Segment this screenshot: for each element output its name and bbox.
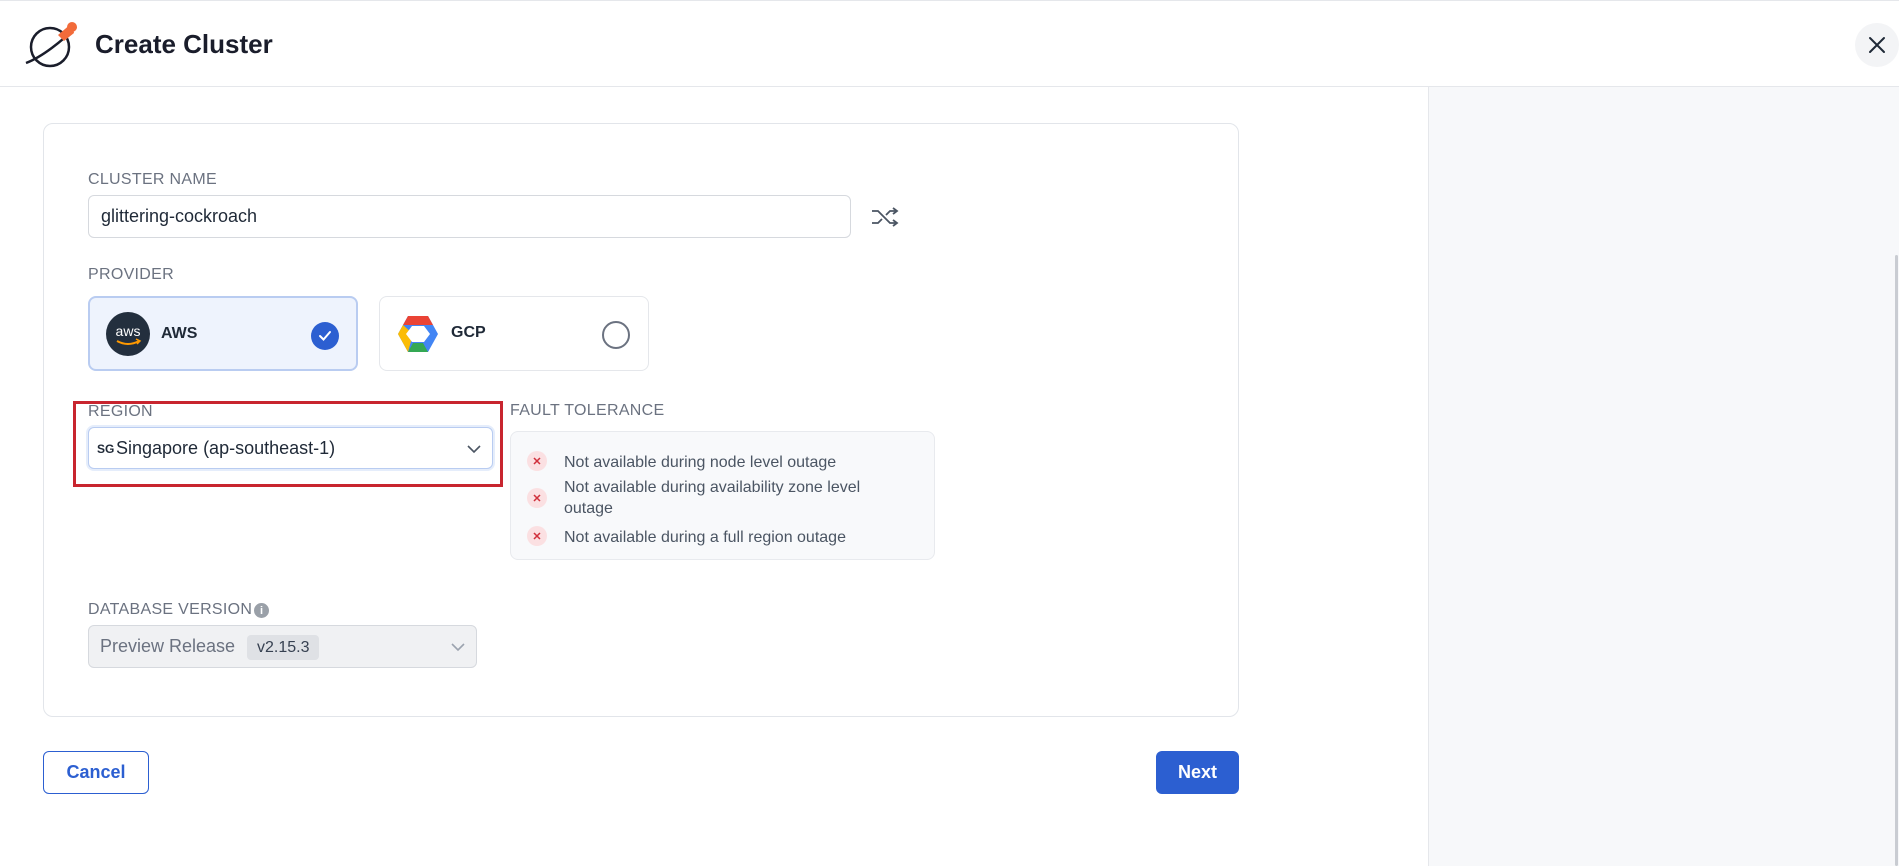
randomize-name-button[interactable] (868, 202, 902, 232)
fault-item-text: Not available during a full region outag… (564, 529, 846, 546)
provider-name-aws: AWS (161, 325, 198, 342)
cancel-button[interactable]: Cancel (43, 751, 149, 794)
database-version-select: Preview Release v2.15.3 (88, 625, 477, 668)
next-button[interactable]: Next (1156, 751, 1239, 794)
scrollbar[interactable] (1895, 255, 1898, 866)
provider-option-aws[interactable]: aws AWS (88, 296, 358, 371)
region-flag-code: SG (97, 442, 115, 456)
summary-panel (1428, 87, 1899, 866)
fault-item: ✕ Not available during availability zone… (527, 477, 887, 519)
fault-item-text: Not available during node level outage (564, 454, 837, 471)
x-circle-icon: ✕ (527, 526, 547, 546)
chevron-down-icon (451, 643, 465, 652)
x-circle-icon: ✕ (527, 488, 547, 508)
region-value: Singapore (ap-southeast-1) (116, 438, 336, 458)
close-button[interactable] (1855, 23, 1899, 67)
fault-item: ✕ Not available during a full region out… (527, 526, 846, 548)
fault-item-text: Not available during availability zone l… (564, 479, 861, 517)
close-icon (1869, 37, 1885, 53)
check-circle-icon (311, 322, 339, 350)
info-icon[interactable]: i (254, 603, 269, 618)
cluster-name-input[interactable] (88, 195, 851, 238)
database-version-value: Preview Release (100, 636, 236, 656)
region-label: REGION (88, 403, 153, 420)
page-title: Create Cluster (95, 29, 273, 59)
chevron-down-icon (467, 445, 481, 454)
fault-tolerance-box: ✕ Not available during node level outage… (510, 431, 935, 560)
aws-logo-text: aws (116, 323, 141, 339)
provider-label: PROVIDER (88, 266, 174, 283)
fault-item: ✕ Not available during node level outage (527, 451, 837, 473)
header: Create Cluster (0, 0, 1899, 87)
cluster-name-label: CLUSTER NAME (88, 171, 217, 188)
provider-option-gcp[interactable]: GCP (379, 296, 649, 371)
radio-unselected-icon (602, 321, 630, 349)
database-version-label: DATABASE VERSION (88, 601, 253, 618)
version-badge: v2.15.3 (247, 635, 320, 660)
region-select[interactable]: SG Singapore (ap-southeast-1) (88, 427, 493, 469)
shuffle-icon (872, 207, 899, 227)
gcp-logo (398, 316, 438, 352)
fault-tolerance-label: FAULT TOLERANCE (510, 402, 665, 419)
rocket-planet-icon (25, 22, 77, 68)
aws-logo: aws (106, 312, 150, 356)
x-circle-icon: ✕ (527, 451, 547, 471)
provider-name-gcp: GCP (451, 324, 486, 341)
